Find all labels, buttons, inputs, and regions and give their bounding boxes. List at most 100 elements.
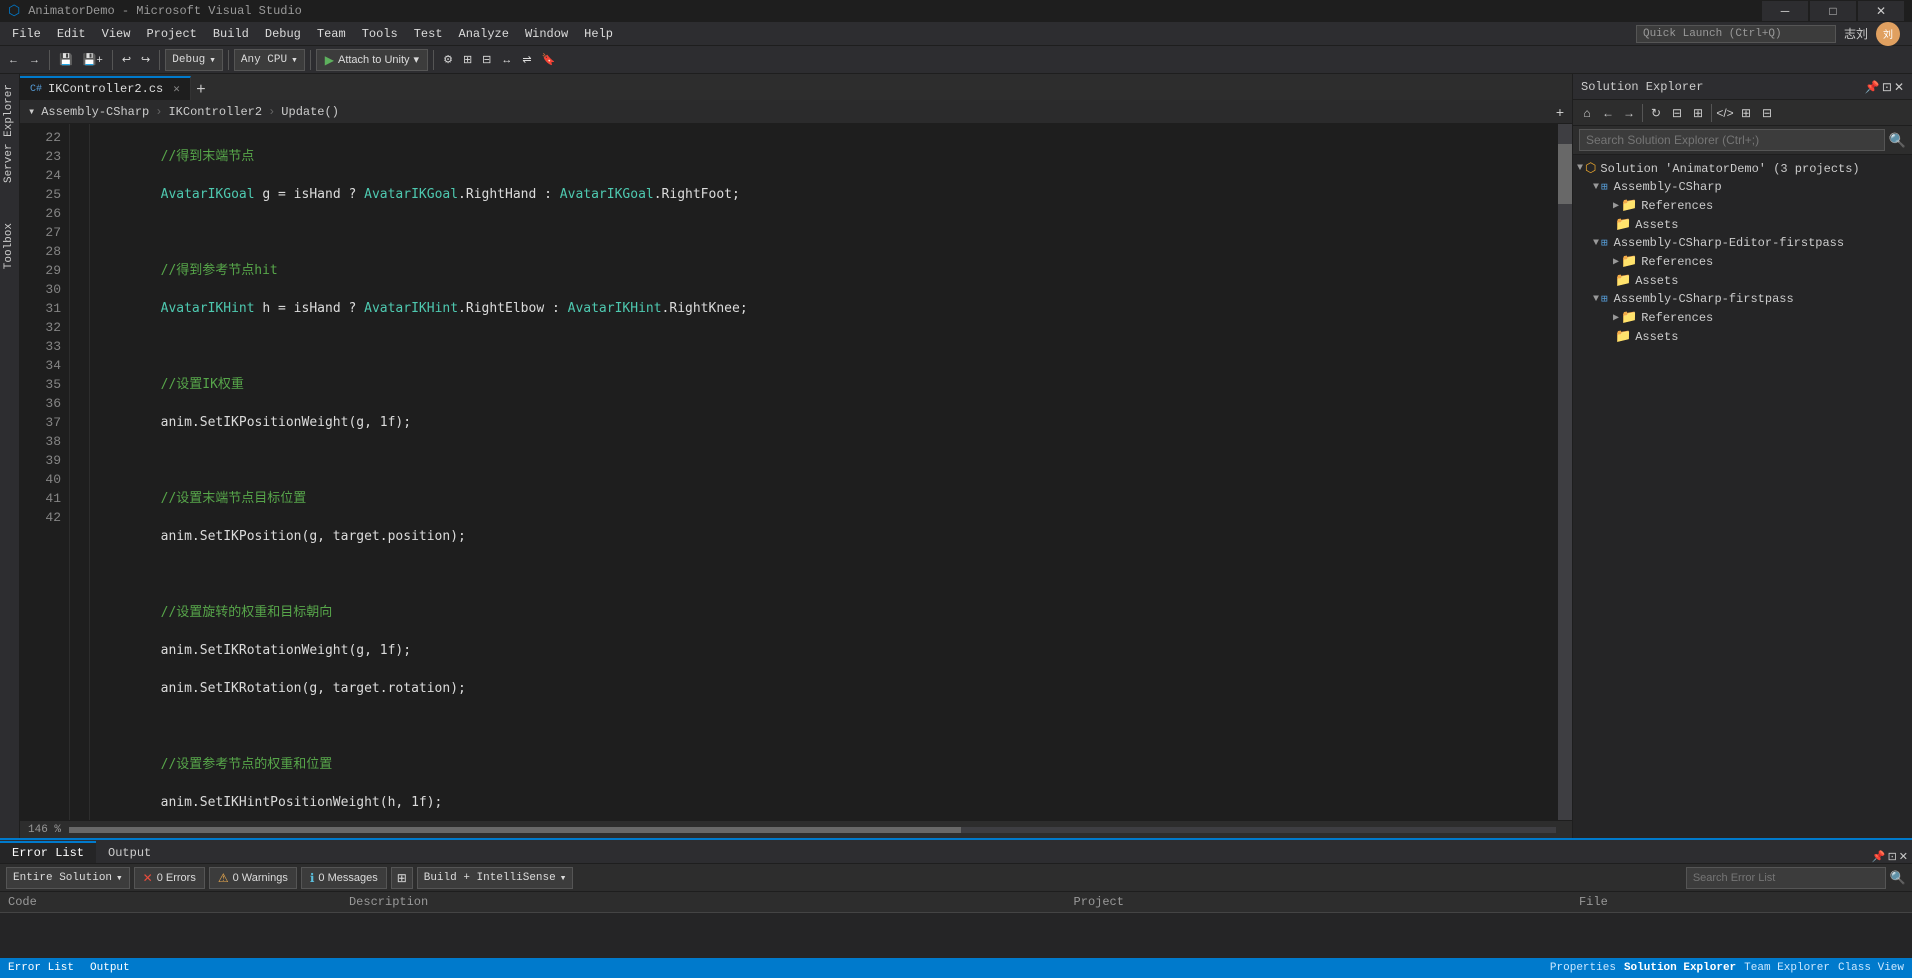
scroll-thumb[interactable] [1558, 144, 1572, 204]
close-button[interactable]: ✕ [1858, 1, 1904, 21]
bottom-tab-properties[interactable]: Properties [1550, 962, 1616, 974]
menu-debug[interactable]: Debug [257, 25, 309, 43]
menu-bar: File Edit View Project Build Debug Team … [0, 22, 1912, 46]
toolbar-sep5 [310, 50, 311, 70]
code-line-30 [98, 451, 1550, 470]
output-tab[interactable]: Output [96, 843, 163, 863]
editor-firstpass-references[interactable]: ▶ 📁 References [1573, 252, 1912, 271]
bottom-tab-team-explorer[interactable]: Team Explorer [1744, 962, 1830, 974]
zoom-scrollbar[interactable] [69, 827, 1556, 833]
minimize-button[interactable]: ─ [1762, 1, 1808, 21]
menu-help[interactable]: Help [576, 25, 621, 43]
solution-explorer-title: Solution Explorer [1581, 80, 1703, 94]
toolbar-undo-btn[interactable]: ↩ [118, 49, 135, 71]
error-toolbar: Entire Solution ▾ ✕ 0 Errors ⚠ 0 Warning… [0, 864, 1912, 892]
menu-tools[interactable]: Tools [354, 25, 406, 43]
solution-root[interactable]: ▼ ⬡ Solution 'AnimatorDemo' (3 projects) [1573, 159, 1912, 178]
editor-firstpass-assets[interactable]: 📁 Assets [1573, 271, 1912, 290]
server-explorer-tab[interactable]: Server Explorer [0, 74, 20, 193]
toolbar-back-btn[interactable]: ← [4, 49, 23, 71]
debug-config-dropdown[interactable]: Debug ▾ [165, 49, 223, 71]
bottom-tab-solution-explorer[interactable]: Solution Explorer [1624, 962, 1736, 974]
se-tb-code[interactable]: </> [1715, 103, 1735, 123]
se-pin-btn[interactable]: 📌 [1865, 80, 1880, 94]
toolbar-saveall-btn[interactable]: 💾+ [79, 49, 107, 71]
code-line-34: //设置旋转的权重和目标朝向 [98, 603, 1550, 622]
toolbar-misc3[interactable]: ⊟ [478, 49, 495, 71]
se-tb-collapse[interactable]: ⊟ [1667, 103, 1687, 123]
se-tb-forward[interactable]: → [1619, 103, 1639, 123]
project-assembly-csharp-editor-firstpass[interactable]: ▼ ⊞ Assembly-CSharp-Editor-firstpass [1573, 234, 1912, 252]
attach-to-unity-button[interactable]: ▶ Attach to Unity ▾ [316, 49, 428, 71]
se-popout-btn[interactable]: ⊡ [1882, 80, 1892, 94]
left-sidebar: Server Explorer Toolbox [0, 74, 20, 838]
status-output[interactable]: Output [90, 962, 130, 974]
quick-launch[interactable]: Quick Launch (Ctrl+Q) [1636, 25, 1836, 43]
toolbar-misc2[interactable]: ⊞ [459, 49, 476, 71]
build-config-dropdown[interactable]: Build + IntelliSense ▾ [417, 867, 574, 889]
breadcrumb-dropdown1[interactable]: ▾ [28, 104, 35, 119]
se-tb-back[interactable]: ← [1598, 103, 1618, 123]
firstpass-assets[interactable]: 📁 Assets [1573, 327, 1912, 346]
se-tb-home[interactable]: ⌂ [1577, 103, 1597, 123]
col-header-code: Code [0, 892, 341, 913]
toolbar-misc5[interactable]: ⇌ [518, 49, 535, 71]
filter-scope-dropdown[interactable]: Entire Solution ▾ [6, 867, 130, 889]
breadcrumb-add-btn[interactable]: + [1556, 104, 1564, 120]
platform-dropdown[interactable]: Any CPU ▾ [234, 49, 305, 71]
menu-file[interactable]: File [4, 25, 49, 43]
add-tab-button[interactable]: + [191, 80, 211, 100]
error-search-input[interactable] [1686, 867, 1886, 889]
menu-analyze[interactable]: Analyze [451, 25, 517, 43]
project1-label: Assembly-CSharp [1614, 180, 1722, 194]
menu-build[interactable]: Build [205, 25, 257, 43]
errors-filter-btn[interactable]: ✕ 0 Errors [134, 867, 205, 889]
se-tb-filter[interactable]: ⊞ [1736, 103, 1756, 123]
ref1-arrow: ▶ [1613, 200, 1619, 212]
warnings-filter-btn[interactable]: ⚠ 0 Warnings [209, 867, 297, 889]
se-toolbar: ⌂ ← → ↻ ⊟ ⊞ </> ⊞ ⊟ [1573, 100, 1912, 126]
menu-team[interactable]: Team [309, 25, 354, 43]
menu-edit[interactable]: Edit [49, 25, 94, 43]
toolbar-misc4[interactable]: ↔ [497, 49, 516, 71]
toolbar-bookmark[interactable]: 🔖 [538, 49, 560, 71]
toolbox-tab[interactable]: Toolbox [0, 213, 20, 279]
se-search-btn[interactable]: 🔍 [1889, 132, 1906, 149]
se-search-input[interactable] [1579, 129, 1885, 151]
special-filter-btn[interactable]: ⊞ [391, 867, 413, 889]
menu-view[interactable]: View [94, 25, 139, 43]
menu-project[interactable]: Project [138, 25, 204, 43]
code-content[interactable]: //得到末端节点 AvatarIKGoal g = isHand ? Avata… [90, 124, 1558, 820]
bottom-tab-class-view[interactable]: Class View [1838, 962, 1904, 974]
menu-test[interactable]: Test [406, 25, 451, 43]
toolbar-redo-btn[interactable]: ↪ [137, 49, 154, 71]
toolbar-misc1[interactable]: ⚙ [439, 49, 457, 71]
tab-label: IKController2.cs [48, 82, 163, 96]
se-close-btn[interactable]: ✕ [1894, 80, 1904, 94]
tab-close-icon[interactable]: ✕ [173, 82, 180, 96]
toolbar-save-btn[interactable]: 💾 [55, 49, 77, 71]
project-assembly-csharp-firstpass[interactable]: ▼ ⊞ Assembly-CSharp-firstpass [1573, 290, 1912, 308]
project-assembly-csharp[interactable]: ▼ ⊞ Assembly-CSharp [1573, 178, 1912, 196]
messages-filter-btn[interactable]: ℹ 0 Messages [301, 867, 387, 889]
status-error-list[interactable]: Error List [8, 962, 74, 974]
bottom-panel-close-btn[interactable]: ✕ [1899, 850, 1908, 863]
editor-scrollbar[interactable] [1558, 124, 1572, 820]
error-search-btn[interactable]: 🔍 [1890, 870, 1906, 886]
maximize-button[interactable]: □ [1810, 1, 1856, 21]
toolbar-fwd-btn[interactable]: → [25, 49, 44, 71]
menu-window[interactable]: Window [517, 25, 576, 43]
user-name: 志刘 [1836, 25, 1876, 42]
firstpass-references[interactable]: ▶ 📁 References [1573, 308, 1912, 327]
error-list-tab[interactable]: Error List [0, 841, 96, 863]
assembly-csharp-assets[interactable]: 📁 Assets [1573, 215, 1912, 234]
bottom-panel-float-btn[interactable]: ⊡ [1888, 850, 1897, 863]
se-tb-refresh[interactable]: ↻ [1646, 103, 1666, 123]
active-editor-tab[interactable]: C# IKController2.cs ✕ [20, 76, 191, 100]
assembly-csharp-references[interactable]: ▶ 📁 References [1573, 196, 1912, 215]
se-tb-settings[interactable]: ⊟ [1757, 103, 1777, 123]
ref3-arrow: ▶ [1613, 312, 1619, 324]
se-tb-properties[interactable]: ⊞ [1688, 103, 1708, 123]
solution-tree: ▼ ⬡ Solution 'AnimatorDemo' (3 projects)… [1573, 155, 1912, 838]
bottom-panel-pin-btn[interactable]: 📌 [1872, 850, 1886, 863]
